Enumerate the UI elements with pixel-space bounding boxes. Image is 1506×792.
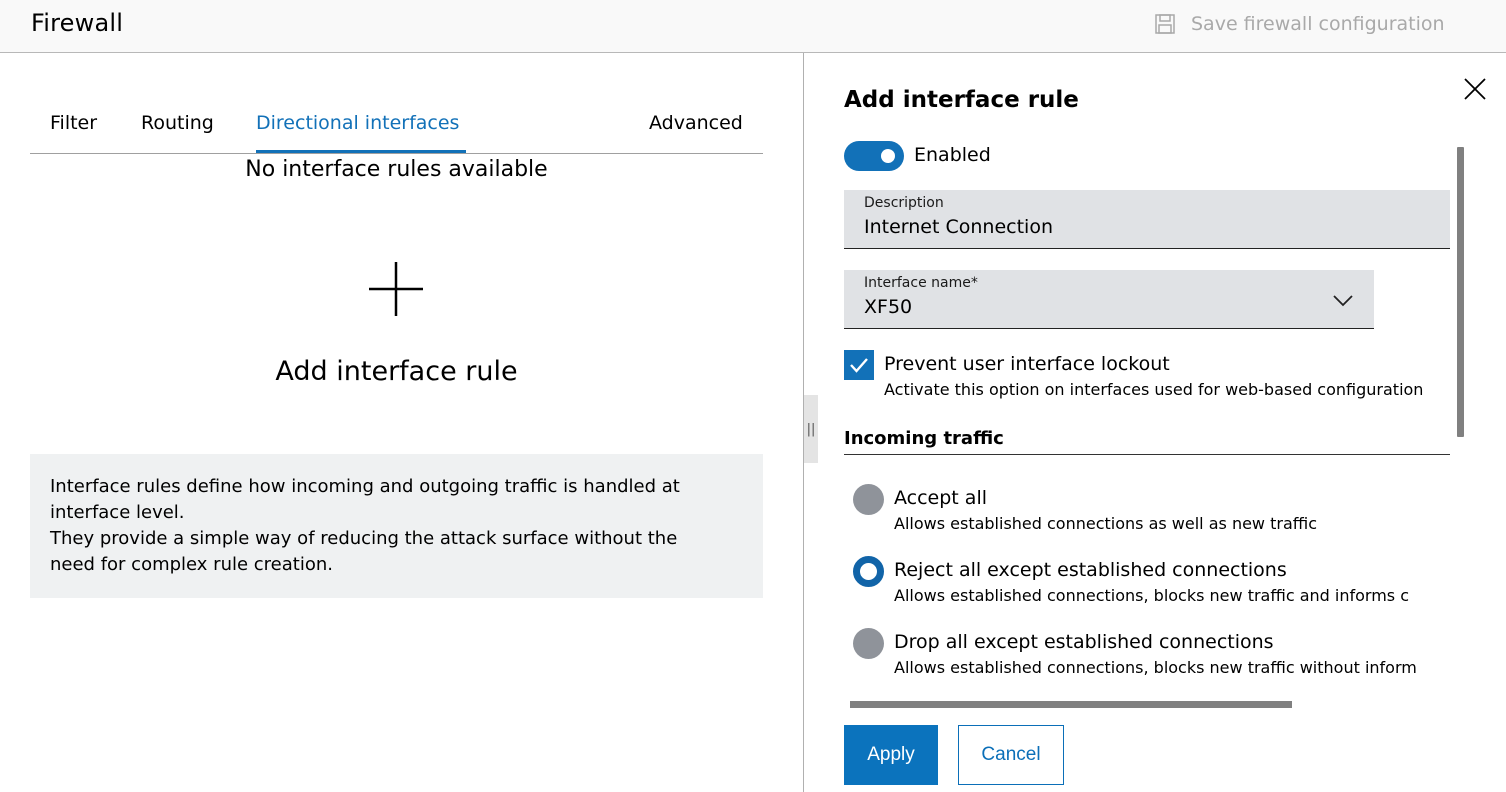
description-label: Description xyxy=(864,195,944,211)
info-line: interface level. xyxy=(50,502,185,523)
radio-label: Drop all except established connections xyxy=(894,631,1274,653)
tab-bar: Filter Routing Directional interfaces Ad… xyxy=(30,106,763,154)
empty-state-title: No interface rules available xyxy=(245,157,548,182)
description-field[interactable]: Description Internet Connection xyxy=(844,190,1450,249)
radio-drop-all[interactable] xyxy=(853,628,884,659)
tab-filter[interactable]: Filter xyxy=(50,112,97,134)
radio-description: Allows established connections as well a… xyxy=(894,514,1318,533)
close-icon[interactable] xyxy=(1462,76,1488,102)
active-tab-indicator xyxy=(256,150,466,153)
interface-name-label: Interface name* xyxy=(864,275,978,291)
radio-label: Reject all except established connection… xyxy=(894,559,1287,581)
save-icon xyxy=(1155,14,1175,34)
plus-icon[interactable] xyxy=(368,262,424,318)
apply-button[interactable]: Apply xyxy=(844,725,938,785)
lockout-checkbox[interactable] xyxy=(844,350,874,380)
interface-name-select[interactable]: Interface name* XF50 xyxy=(844,270,1374,329)
incoming-traffic-heading: Incoming traffic xyxy=(844,428,1004,449)
tab-directional-interfaces[interactable]: Directional interfaces xyxy=(256,112,459,134)
add-interface-rule-button[interactable]: Add interface rule xyxy=(30,356,763,387)
horizontal-scrollbar[interactable] xyxy=(850,701,1292,708)
section-divider xyxy=(844,454,1450,455)
page-title: Firewall xyxy=(31,9,124,37)
resize-handle[interactable]: || xyxy=(804,395,818,463)
radio-accept-all[interactable] xyxy=(853,484,884,515)
radio-reject-all[interactable] xyxy=(853,556,884,587)
info-line: They provide a simple way of reducing th… xyxy=(50,528,678,549)
save-configuration-label: Save firewall configuration xyxy=(1191,13,1445,35)
tab-advanced[interactable]: Advanced xyxy=(649,112,743,134)
toggle-knob xyxy=(881,149,895,163)
lockout-description: Activate this option on interfaces used … xyxy=(884,380,1424,399)
grip-icon: || xyxy=(806,421,816,437)
description-value: Internet Connection xyxy=(864,216,1053,238)
panel-form: Enabled Description Internet Connection … xyxy=(844,130,1450,690)
radio-description: Allows established connections, blocks n… xyxy=(894,658,1417,677)
checkmark-icon xyxy=(850,358,868,373)
info-box: Interface rules define how incoming and … xyxy=(30,454,763,598)
radio-description: Allows established connections, blocks n… xyxy=(894,586,1409,605)
radio-label: Accept all xyxy=(894,487,987,509)
enabled-label: Enabled xyxy=(914,144,991,166)
vertical-scrollbar[interactable] xyxy=(1457,147,1464,437)
chevron-down-icon xyxy=(1333,295,1353,307)
info-line: Interface rules define how incoming and … xyxy=(50,476,680,497)
tab-routing[interactable]: Routing xyxy=(141,112,214,134)
panel-title: Add interface rule xyxy=(844,87,1079,113)
cancel-button[interactable]: Cancel xyxy=(958,725,1064,785)
enabled-toggle[interactable] xyxy=(844,141,904,171)
app-header: Firewall Save firewall configuration xyxy=(0,0,1506,53)
lockout-label: Prevent user interface lockout xyxy=(884,353,1170,375)
save-configuration-button[interactable]: Save firewall configuration xyxy=(1155,11,1445,37)
info-line: need for complex rule creation. xyxy=(50,554,333,575)
interface-name-value: XF50 xyxy=(864,296,913,318)
